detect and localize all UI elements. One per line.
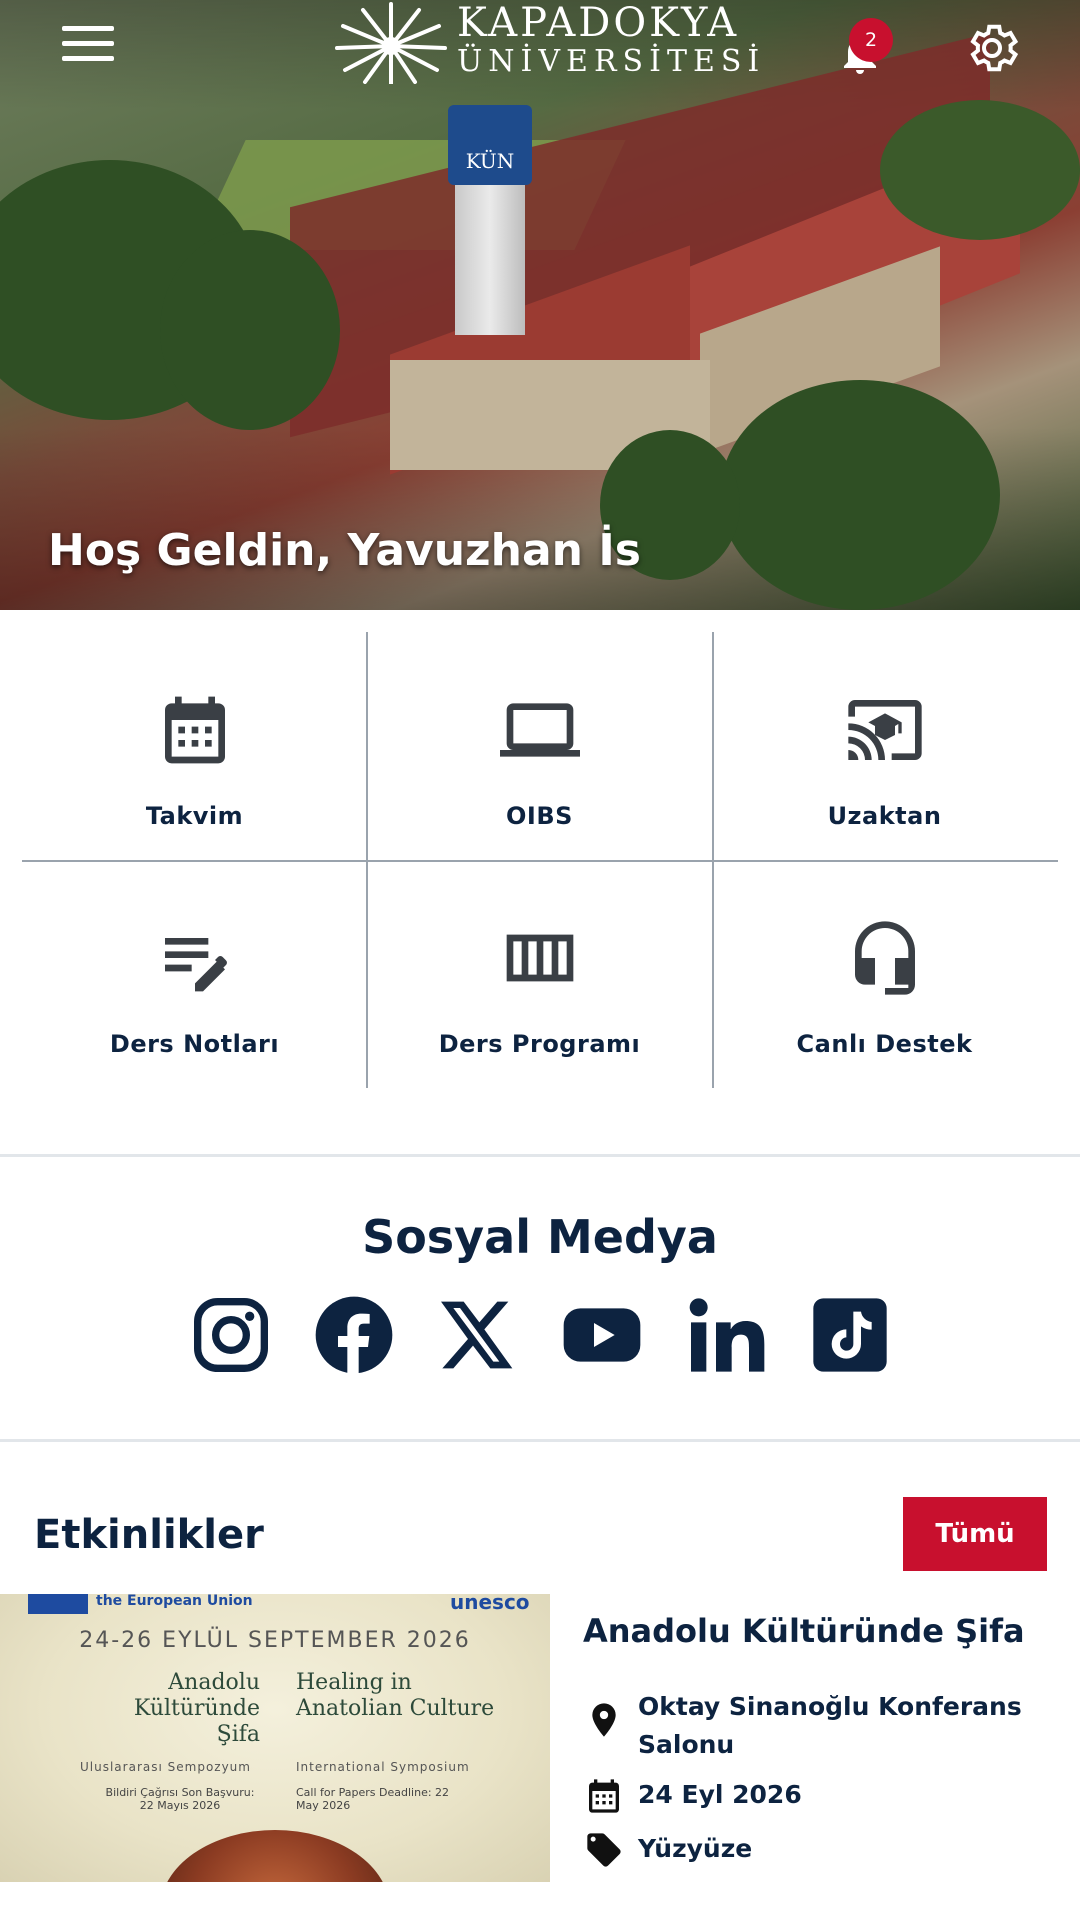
top-bar: KAPADOKYA ÜNİVERSİTESİ 2 <box>0 0 1080 90</box>
tiktok-icon[interactable] <box>810 1295 890 1375</box>
poster-unesco-text: unesco <box>450 1594 530 1614</box>
quick-links-grid: Takvim OIBS Uzaktan Ders Notları Ders Pr… <box>22 632 1058 1088</box>
linkedin-icon[interactable] <box>686 1295 766 1375</box>
social-media-title: Sosyal Medya <box>362 1210 718 1264</box>
events-title: Etkinlikler <box>34 1512 264 1558</box>
laptop-icon <box>499 703 580 757</box>
hero-banner: KÜN KAPADOKYA ÜNİVERSİTESİ 2 Hoş Geldin,… <box>0 0 1080 610</box>
event-date-text: 24 Eyl 2026 <box>638 1780 802 1809</box>
section-divider <box>0 1439 1080 1442</box>
quick-link-label: Uzaktan <box>827 802 942 830</box>
poster-title-tr: Anadolu Kültüründe Şifa <box>133 1670 260 1747</box>
facebook-icon[interactable] <box>314 1295 394 1375</box>
calendar-icon <box>589 1779 619 1813</box>
poster-cfp-tr: Bildiri Çağrısı Son Başvuru: 22 Mayıs 20… <box>105 1786 255 1812</box>
welcome-text: Hoş Geldin, Yavuzhan İs <box>48 525 641 576</box>
sun-logo-icon <box>335 2 447 84</box>
event-mode-text: Yüzyüze <box>638 1834 753 1863</box>
poster-title-en: Healing in Anatolian Culture <box>296 1670 495 1721</box>
quick-link-label: Ders Programı <box>438 1030 641 1058</box>
quick-link-canli-destek[interactable]: Canlı Destek <box>712 860 1057 1088</box>
poster-cfp-en: Call for Papers Deadline: 22 May 2026 <box>296 1786 450 1812</box>
notes-edit-icon <box>164 938 227 992</box>
section-divider <box>0 1154 1080 1157</box>
notification-badge: 2 <box>849 18 893 62</box>
quick-link-label: Takvim <box>145 802 244 830</box>
instagram-icon[interactable] <box>191 1295 271 1375</box>
quick-link-ders-notlari[interactable]: Ders Notları <box>22 860 367 1088</box>
gear-icon[interactable] <box>962 18 1022 78</box>
event-location-text: Oktay Sinanoğlu Konferans Salonu <box>638 1692 1022 1759</box>
poster-symposium-tr: Uluslararası Sempozyum <box>80 1760 251 1774</box>
event-poster[interactable]: the European Union unesco 24-26 EYLÜL SE… <box>0 1594 550 1882</box>
logo-text-line1: KAPADOKYA <box>457 0 740 46</box>
all-events-button[interactable]: Tümü <box>903 1497 1047 1571</box>
menu-icon[interactable] <box>62 26 114 62</box>
poster-symposium-en: International Symposium <box>296 1760 470 1774</box>
tag-icon <box>587 1833 621 1867</box>
eu-flag <box>28 1594 88 1614</box>
quick-link-label: OIBS <box>506 802 573 830</box>
cast-education-icon <box>847 700 922 760</box>
quick-link-ders-programi[interactable]: Ders Programı <box>367 860 712 1088</box>
quick-link-oibs[interactable]: OIBS <box>367 632 712 860</box>
x-icon[interactable] <box>438 1295 518 1375</box>
poster-dates: 24-26 EYLÜL SEPTEMBER 2026 <box>79 1628 471 1653</box>
poster-eu-text: the European Union <box>96 1594 253 1609</box>
quick-link-label: Canlı Destek <box>796 1030 973 1058</box>
schedule-columns-icon <box>506 934 573 982</box>
university-logo: KAPADOKYA ÜNİVERSİTESİ <box>335 0 759 88</box>
poster-plate-image <box>160 1830 390 1882</box>
youtube-icon[interactable] <box>562 1295 642 1375</box>
logo-text-line2: ÜNİVERSİTESİ <box>457 44 766 79</box>
event-title[interactable]: Anadolu Kültüründe Şifa <box>583 1612 1025 1650</box>
quick-link-uzaktan[interactable]: Uzaktan <box>712 632 1057 860</box>
tower-logo-text: KÜN <box>465 149 515 173</box>
quick-link-label: Ders Notları <box>109 1030 280 1058</box>
calendar-icon <box>164 696 225 764</box>
quick-link-takvim[interactable]: Takvim <box>22 632 367 860</box>
headset-icon <box>854 921 915 995</box>
location-pin-icon <box>592 1703 616 1737</box>
